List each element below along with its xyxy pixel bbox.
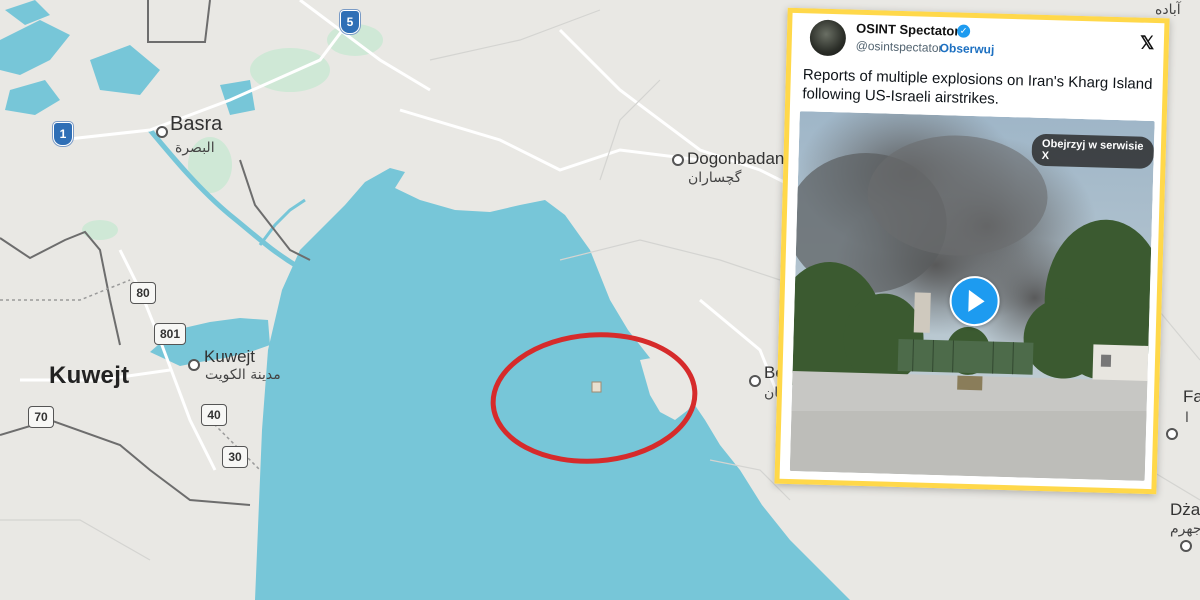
- highway-shield-5: 5: [340, 10, 360, 34]
- road-shield-70: 70: [28, 406, 54, 428]
- city-label-fa: Fa: [1183, 387, 1200, 406]
- city-label-basra-arabic: البصرة: [175, 140, 215, 156]
- tweet-text: Reports of multiple explosions on Iran's…: [802, 66, 1153, 108]
- avatar[interactable]: [809, 19, 847, 57]
- city-dot-dogonbadan: [672, 154, 684, 166]
- city-dot-dza: [1180, 540, 1192, 552]
- follow-button[interactable]: Obserwuj: [939, 41, 994, 57]
- city-label-basra: Basra: [170, 113, 223, 135]
- road-shield-80: 80: [130, 282, 156, 304]
- verified-badge-icon: ✓: [956, 24, 971, 38]
- road-shield-801: 801: [154, 323, 186, 345]
- city-dot-kuwait: [188, 359, 200, 371]
- city-dot-fa: [1166, 428, 1178, 440]
- tweet-card: OSINT Spectator ✓ @osintspectator · Obse…: [774, 7, 1170, 495]
- road-shield-30: 30: [222, 446, 248, 468]
- tweet-username[interactable]: OSINT Spectator: [856, 21, 960, 39]
- city-dot-basra: [156, 126, 168, 138]
- top-city-arabic: آباده: [1155, 2, 1181, 18]
- city-label-dza-arabic: جهرم: [1170, 521, 1200, 537]
- road-shield-40: 40: [201, 404, 227, 426]
- country-label-kuwait: Kuwejt: [49, 362, 130, 389]
- city-label-fa-arabic: ا: [1185, 410, 1189, 426]
- tweet-handle[interactable]: @osintspectator ·: [855, 39, 950, 56]
- city-label-dogonbadan-arabic: گچساران: [688, 170, 742, 186]
- city-label-kuwait: Kuwejt: [204, 347, 256, 366]
- city-dot-bo: [749, 375, 761, 387]
- tweet-handle-text[interactable]: @osintspectator: [855, 39, 942, 55]
- x-logo-icon[interactable]: 𝕏: [1140, 33, 1155, 54]
- kharg-island-marker: [591, 381, 602, 393]
- city-label-dogonbadan: Dogonbadan: [687, 149, 785, 168]
- watch-on-x-button[interactable]: Obejrzyj w serwisie X: [1031, 133, 1155, 170]
- city-label-kuwait-arabic: مدينة الكويت: [205, 367, 281, 383]
- highway-shield-1: 1: [53, 122, 73, 146]
- city-label-dza: Dża: [1170, 500, 1200, 519]
- tweet-video[interactable]: Obejrzyj w serwisie X: [789, 111, 1155, 481]
